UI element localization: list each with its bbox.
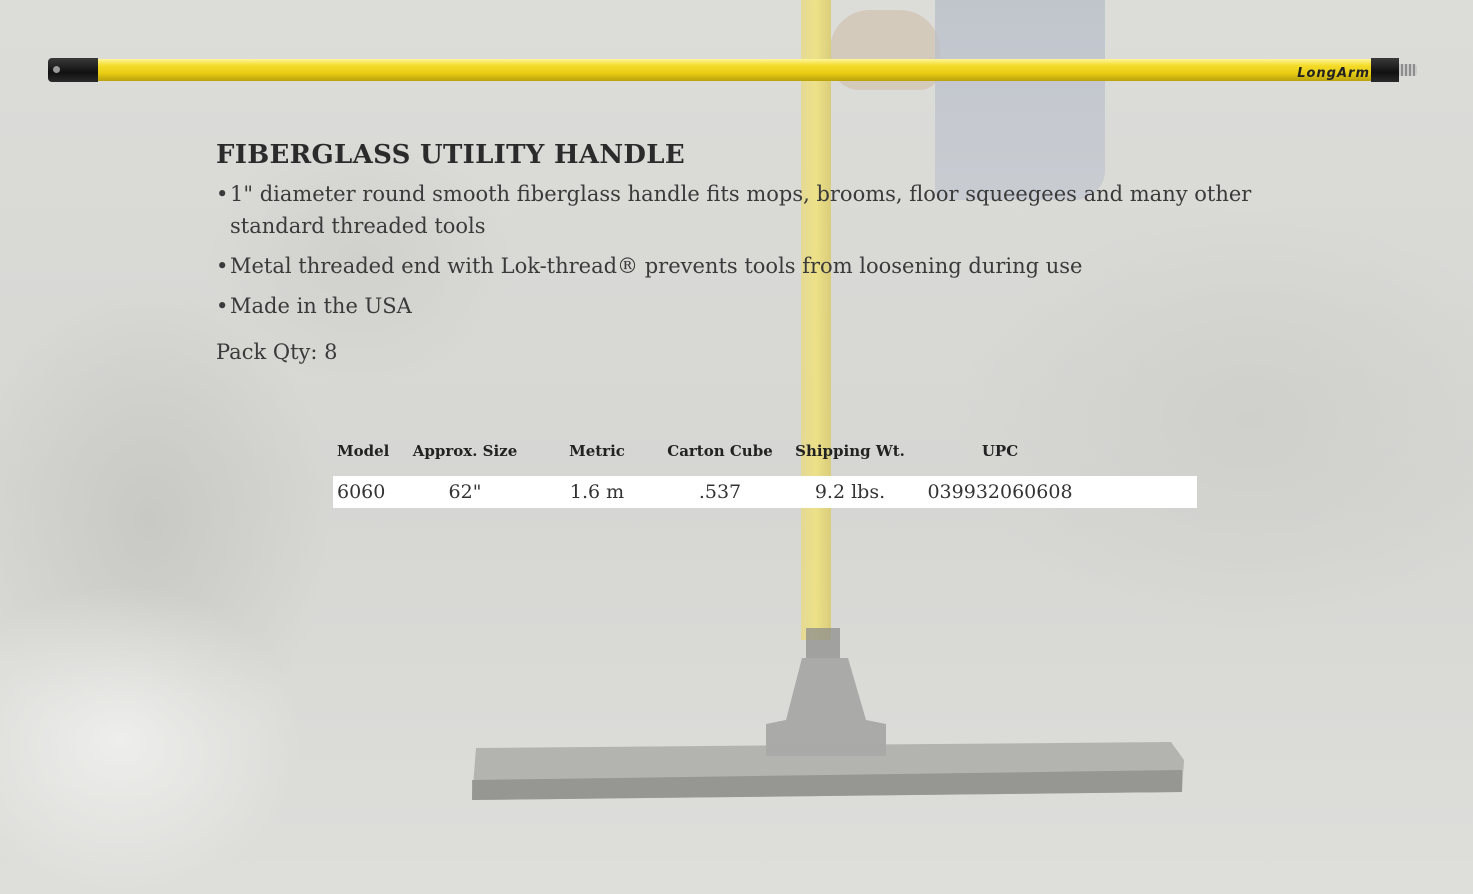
header-model: Model — [337, 442, 390, 460]
product-title: FIBERGLASS UTILITY HANDLE — [216, 140, 685, 170]
cell-approx-size: 62" — [401, 476, 529, 508]
header-approx-size: Approx. Size — [412, 442, 518, 460]
feature-item: Made in the USA — [216, 290, 1276, 322]
header-spacer — [1075, 436, 1197, 476]
feature-item: 1" diameter round smooth fiberglass hand… — [216, 178, 1276, 242]
product-description: FIBERGLASS UTILITY HANDLE 1" diameter ro… — [216, 138, 1276, 368]
handle-shaft: LongArm — [98, 59, 1371, 81]
squeegee-blade-image — [472, 742, 1184, 800]
handle-end-cap — [48, 58, 98, 82]
header-metric: Metric — [569, 442, 625, 460]
catalog-page: LongArm FIBERGLASS UTILITY HANDLE 1" dia… — [0, 0, 1473, 894]
cell-metric: 1.6 m — [529, 476, 665, 508]
table-row: 6060 62" 1.6 m .537 9.2 lbs. 03993206060… — [333, 476, 1197, 508]
wet-floor-area — [0, 520, 460, 894]
fiberglass-handle-image: LongArm — [48, 56, 1418, 84]
cell-upc: 039932060608 — [925, 476, 1075, 508]
feature-list: 1" diameter round smooth fiberglass hand… — [216, 178, 1276, 322]
cell-shipping-weight: 9.2 lbs. — [775, 476, 925, 508]
spec-table: Model Approx. Size Metric Carton Cube Sh… — [333, 436, 1197, 508]
cell-model: 6060 — [333, 476, 401, 508]
feature-item: Metal threaded end with Lok-thread® prev… — [216, 250, 1276, 282]
spec-header-row: Model Approx. Size Metric Carton Cube Sh… — [333, 436, 1197, 476]
cell-carton-cube: .537 — [665, 476, 775, 508]
header-upc: UPC — [981, 442, 1019, 460]
handle-threaded-collar — [1371, 58, 1399, 82]
cell-spacer — [1075, 476, 1197, 508]
header-carton-cube: Carton Cube — [667, 442, 773, 460]
handle-brand-logo: LongArm — [1297, 66, 1370, 81]
header-shipping-weight: Shipping Wt. — [795, 442, 905, 460]
squeegee-bracket-image — [766, 628, 886, 756]
pack-quantity: Pack Qty: 8 — [216, 340, 338, 364]
handle-metal-thread — [1399, 64, 1417, 76]
